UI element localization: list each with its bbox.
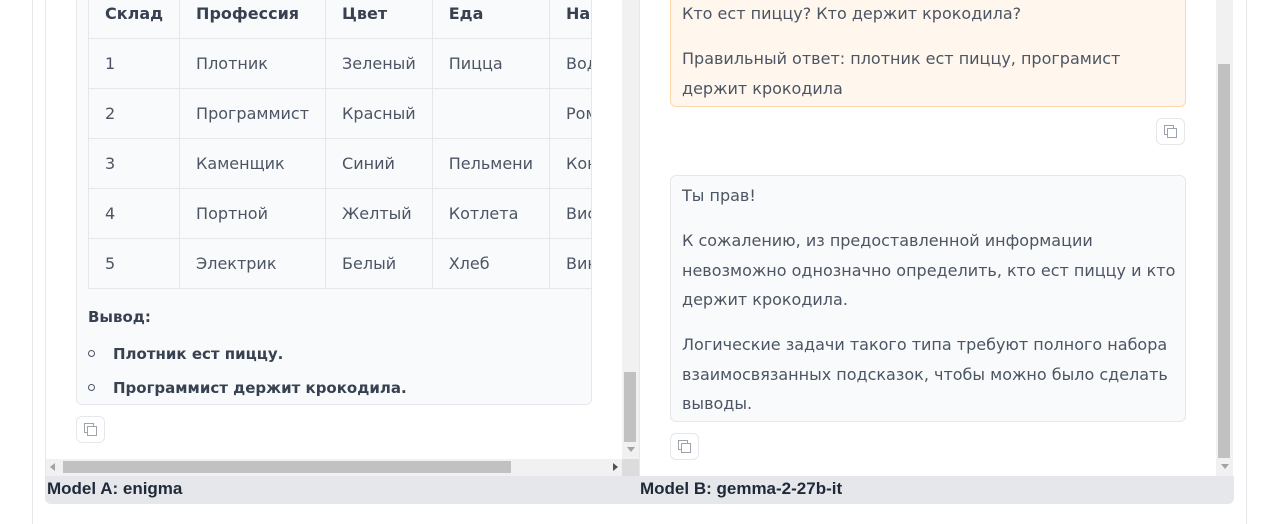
table-header-cell: Профессия <box>179 0 327 39</box>
message-paragraph: Правильный ответ: плотник ест пиццу, про… <box>682 49 1121 98</box>
table-cell: 1 <box>87 38 181 89</box>
table-row: 5 Электрик Белый Хлеб Вино <box>87 238 591 289</box>
scroll-down-arrow-icon[interactable] <box>1221 464 1229 469</box>
scroll-down-arrow-icon[interactable] <box>627 447 635 452</box>
vertical-scrollbar-model-a[interactable] <box>622 0 639 459</box>
table-cell: Зеленый <box>325 38 433 89</box>
vertical-scrollbar-model-b[interactable] <box>1216 0 1233 476</box>
message-paragraph: Ты прав! <box>682 186 756 205</box>
copy-button-user-message[interactable] <box>1156 118 1185 145</box>
scrollbar-thumb[interactable] <box>63 461 511 473</box>
table-header-row: Склад Профессия Цвет Еда Напиток <box>87 0 591 39</box>
table-row: 3 Каменщик Синий Пельмени Коньяк <box>87 138 591 189</box>
table-header-cell: Склад <box>87 0 181 39</box>
list-item: Плотник ест пиццу. <box>88 342 407 376</box>
table-cell: 3 <box>87 138 181 189</box>
table-cell: Водка <box>549 38 591 89</box>
table-cell: Плотник <box>179 38 327 89</box>
list-item: Программист держит крокодила. <box>88 376 407 404</box>
user-message-model-b: Кто ест пиццу? Кто держит крокодила? Пра… <box>670 0 1186 107</box>
conclusion-title: Вывод: <box>88 308 151 326</box>
bot-message-model-b: Ты прав! К сожалению, из предоставленной… <box>670 175 1186 422</box>
table-header-cell: Напиток <box>549 0 591 39</box>
table-cell: Хлеб <box>431 238 551 289</box>
copy-icon <box>1164 125 1177 138</box>
scroll-right-arrow-icon[interactable] <box>613 463 618 471</box>
table-cell: Каменщик <box>179 138 327 189</box>
table-cell: Желтый <box>325 188 433 239</box>
table-cell: Красный <box>325 88 433 139</box>
table-cell: Пельмени <box>431 138 551 189</box>
profession-table: Склад Профессия Цвет Еда Напиток 1 Плотн… <box>87 0 591 289</box>
table-row: 4 Портной Желтый Котлета Виски <box>87 188 591 239</box>
chat-panel-model-b: Кто ест пиццу? Кто держит крокодила? Пра… <box>640 0 1234 476</box>
table-cell: 4 <box>87 188 181 239</box>
scrollbar-corner <box>622 459 639 476</box>
table-cell: Вино <box>549 238 591 289</box>
table-cell: 5 <box>87 238 181 289</box>
conclusion-list: Плотник ест пиццу. Программист держит кр… <box>88 342 407 404</box>
copy-icon <box>678 440 691 453</box>
table-cell: Белый <box>325 238 433 289</box>
scrollbar-thumb[interactable] <box>1218 64 1230 458</box>
message-paragraph: Кто ест пиццу? Кто держит крокодила? <box>682 4 1022 23</box>
message-paragraph: К сожалению, из предоставленной информац… <box>682 231 1176 309</box>
table-cell: Виски <box>549 188 591 239</box>
chat-panel-model-a: Склад Профессия Цвет Еда Напиток 1 Плотн… <box>46 0 639 476</box>
table-cell: 2 <box>87 88 181 139</box>
scrollbar-thumb[interactable] <box>624 372 636 442</box>
table-cell: Пицца <box>431 38 551 89</box>
table-cell <box>431 88 551 139</box>
bot-message-model-a: Склад Профессия Цвет Еда Напиток 1 Плотн… <box>76 0 592 405</box>
table-cell: Котлета <box>431 188 551 239</box>
copy-icon <box>84 423 97 436</box>
table-header-cell: Еда <box>431 0 551 39</box>
model-a-label: Model A: enigma <box>47 479 183 498</box>
copy-button-model-b[interactable] <box>670 433 699 460</box>
table-cell: Портной <box>179 188 327 239</box>
table-cell: Ром <box>549 88 591 139</box>
table-cell: Синий <box>325 138 433 189</box>
table-cell: Коньяк <box>549 138 591 189</box>
message-paragraph: Логические задачи такого типа требуют по… <box>682 335 1168 413</box>
table-cell: Электрик <box>179 238 327 289</box>
table-row: 2 Программист Красный Ром <box>87 88 591 139</box>
table-header-cell: Цвет <box>325 0 433 39</box>
table-row: 1 Плотник Зеленый Пицца Водка <box>87 38 591 89</box>
copy-button-model-a[interactable] <box>76 416 105 443</box>
horizontal-scrollbar-model-a[interactable] <box>46 459 622 476</box>
table-cell: Программист <box>179 88 327 139</box>
model-b-label: Model B: gemma-2-27b-it <box>640 479 843 498</box>
scroll-left-arrow-icon[interactable] <box>50 463 55 471</box>
